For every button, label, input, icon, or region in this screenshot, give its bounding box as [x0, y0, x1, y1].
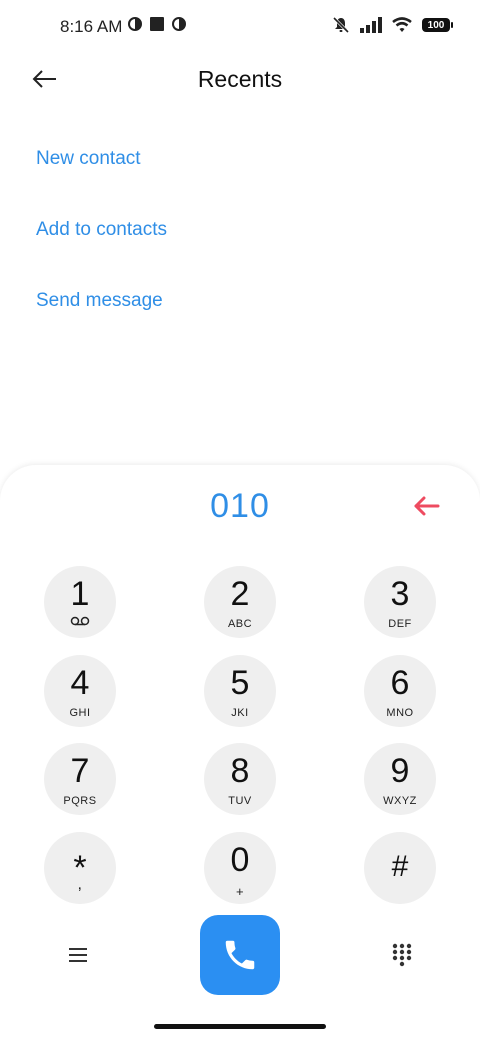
dialer-panel: 010 1 2 ABC 3 DEF 4 GHI 5 JKI 6 MNO 7 PQ… — [0, 465, 480, 1040]
key-4[interactable]: 4 GHI — [44, 655, 116, 727]
status-bar: 8:16 AM 100 — [0, 0, 480, 56]
key-digit: 5 — [230, 664, 250, 702]
key-digit: 7 — [70, 752, 90, 790]
battery-level: 100 — [427, 19, 445, 31]
wifi-icon — [392, 17, 412, 32]
key-letters: MNO — [386, 707, 414, 719]
key-letters: ABC — [227, 618, 253, 630]
key-8[interactable]: 8 TUV — [204, 743, 276, 815]
key-digit: 0 — [230, 841, 250, 879]
data-saver-icon — [128, 17, 142, 31]
data-saver-icon-2 — [172, 17, 186, 31]
dialed-number: 010 — [210, 487, 270, 525]
key-letters: GHI — [69, 707, 91, 719]
key-star[interactable]: * , — [44, 832, 116, 904]
key-digit: 9 — [390, 752, 410, 790]
screen-record-icon — [150, 17, 164, 31]
home-indicator[interactable] — [154, 1024, 326, 1029]
key-letters: JKI — [231, 707, 249, 719]
call-button[interactable] — [200, 915, 280, 995]
key-letters: , — [77, 876, 83, 893]
backspace-arrow-icon[interactable] — [410, 489, 444, 523]
battery-icon: 100 — [422, 18, 453, 32]
key-digit: 8 — [230, 752, 250, 790]
phone-icon — [225, 940, 255, 970]
key-2[interactable]: 2 ABC — [204, 566, 276, 638]
key-9[interactable]: 9 WXYZ — [364, 743, 436, 815]
key-6[interactable]: 6 MNO — [364, 655, 436, 727]
header: Recents — [0, 56, 480, 108]
mute-icon — [332, 16, 350, 34]
dialpad-icon[interactable] — [391, 943, 413, 967]
key-digit: 6 — [390, 664, 410, 702]
send-message-link[interactable]: Send message — [36, 290, 163, 312]
key-hash[interactable]: # — [364, 832, 436, 904]
status-time: 8:16 AM — [60, 17, 123, 36]
key-1[interactable]: 1 — [44, 566, 116, 638]
key-digit: 3 — [390, 575, 410, 613]
key-digit: 4 — [70, 664, 90, 702]
key-letters: PQRS — [63, 795, 97, 807]
key-0[interactable]: 0 + — [204, 832, 276, 904]
signal-icon — [360, 17, 382, 33]
new-contact-link[interactable]: New contact — [36, 148, 141, 170]
key-7[interactable]: 7 PQRS — [44, 743, 116, 815]
key-3[interactable]: 3 DEF — [364, 566, 436, 638]
status-notification-icons — [128, 17, 186, 31]
page-title: Recents — [197, 66, 283, 92]
key-digit: 2 — [230, 575, 250, 613]
voicemail-icon — [70, 616, 90, 626]
key-letters: + — [235, 884, 245, 899]
key-letters: WXYZ — [383, 795, 417, 807]
key-5[interactable]: 5 JKI — [204, 655, 276, 727]
key-digit: # — [391, 850, 409, 883]
add-to-contacts-link[interactable]: Add to contacts — [36, 219, 167, 241]
key-digit: 1 — [70, 575, 90, 613]
key-letters: DEF — [388, 618, 412, 630]
key-letters: TUV — [228, 795, 252, 807]
status-system-icons: 100 — [332, 16, 453, 34]
menu-icon[interactable] — [66, 943, 90, 967]
